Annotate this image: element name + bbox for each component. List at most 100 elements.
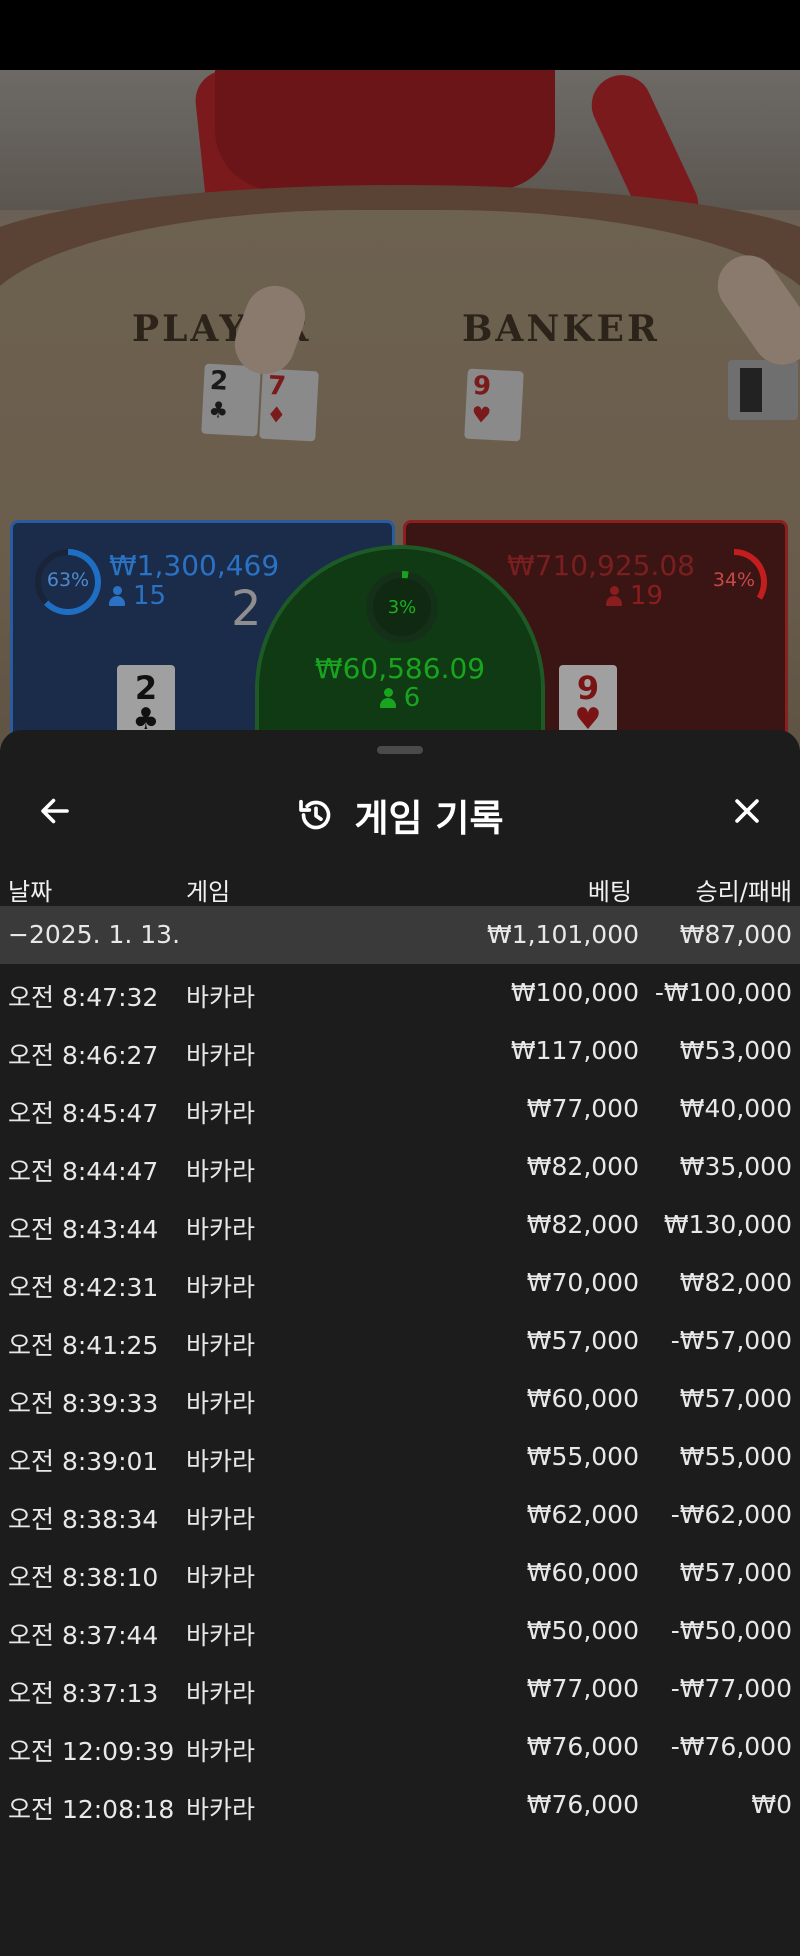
- row-bet: ₩55,000: [526, 1442, 639, 1471]
- player-bet-amount: ₩1,300,469: [109, 549, 280, 582]
- row-result: -₩50,000: [670, 1616, 792, 1645]
- history-row[interactable]: 오전 12:08:18 바카라 ₩76,000 ₩0: [0, 1776, 800, 1834]
- row-game: 바카라: [186, 1447, 256, 1476]
- row-bet: ₩82,000: [526, 1152, 639, 1181]
- row-bet: ₩117,000: [510, 1036, 639, 1065]
- row-result: -₩100,000: [654, 978, 792, 1007]
- history-row[interactable]: 오전 8:37:13 바카라 ₩77,000 -₩77,000: [0, 1660, 800, 1718]
- history-row[interactable]: 오전 8:46:27 바카라 ₩117,000 ₩53,000: [0, 1022, 800, 1080]
- player-percent: 63%: [46, 569, 90, 591]
- history-icon: [299, 799, 331, 830]
- row-game: 바카라: [186, 1679, 256, 1708]
- history-row[interactable]: 오전 8:38:34 바카라 ₩62,000 -₩62,000: [0, 1486, 800, 1544]
- column-header-date[interactable]: 날짜: [8, 872, 52, 907]
- row-result: ₩35,000: [679, 1152, 792, 1181]
- dealer: [215, 70, 555, 190]
- row-result: ₩0: [751, 1790, 792, 1819]
- tie-percent: 3%: [387, 597, 417, 618]
- banker-user-count: 19: [605, 581, 663, 611]
- row-result: -₩57,000: [670, 1326, 792, 1355]
- row-game: 바카라: [186, 1563, 256, 1592]
- banker-percent: 34%: [712, 569, 756, 591]
- row-bet: ₩70,000: [526, 1268, 639, 1297]
- row-game: 바카라: [186, 1041, 256, 1070]
- row-time: 오전 8:42:31: [8, 1273, 159, 1302]
- row-game: 바카라: [186, 1389, 256, 1418]
- row-bet: ₩60,000: [526, 1384, 639, 1413]
- row-time: 오전 12:09:39: [8, 1737, 175, 1766]
- close-button[interactable]: [720, 784, 774, 838]
- column-header-result[interactable]: 승리/패배: [696, 872, 792, 907]
- date-group-row[interactable]: −2025. 1. 13. ₩1,101,000 ₩87,000: [0, 906, 800, 964]
- history-row[interactable]: 오전 12:09:39 바카라 ₩76,000 -₩76,000: [0, 1718, 800, 1776]
- group-date: −2025. 1. 13.: [8, 920, 181, 949]
- row-result: ₩57,000: [679, 1384, 792, 1413]
- sheet-header: 게임 기록: [0, 770, 800, 856]
- player-score: 2: [231, 581, 262, 637]
- row-bet: ₩57,000: [526, 1326, 639, 1355]
- history-row[interactable]: 오전 8:45:47 바카라 ₩77,000 ₩40,000: [0, 1080, 800, 1138]
- row-bet: ₩76,000: [526, 1790, 639, 1819]
- row-result: -₩62,000: [670, 1500, 792, 1529]
- row-time: 오전 8:46:27: [8, 1041, 159, 1070]
- player-user-count: 15: [109, 581, 166, 611]
- row-game: 바카라: [186, 1505, 256, 1534]
- row-time: 오전 8:39:33: [8, 1389, 159, 1418]
- page-title: 게임 기록: [354, 797, 504, 840]
- row-time: 오전 8:37:13: [8, 1679, 159, 1708]
- person-icon: [379, 688, 396, 708]
- row-time: 오전 8:43:44: [8, 1215, 159, 1244]
- drag-handle[interactable]: [377, 746, 423, 754]
- row-time: 오전 8:37:44: [8, 1621, 159, 1650]
- tie-bet-amount: ₩60,586.09: [314, 652, 486, 685]
- row-game: 바카라: [186, 1737, 256, 1766]
- row-time: 오전 8:41:25: [8, 1331, 159, 1360]
- table-card-player: 2 ♣: [201, 363, 261, 437]
- row-time: 오전 8:45:47: [8, 1099, 159, 1128]
- row-game: 바카라: [186, 1157, 256, 1186]
- row-result: ₩53,000: [679, 1036, 792, 1065]
- history-row[interactable]: 오전 8:41:25 바카라 ₩57,000 -₩57,000: [0, 1312, 800, 1370]
- history-row[interactable]: 오전 8:39:01 바카라 ₩55,000 ₩55,000: [0, 1428, 800, 1486]
- card-shoe: [728, 360, 798, 420]
- status-bar: [0, 0, 800, 70]
- row-game: 바카라: [186, 1215, 256, 1244]
- row-time: 오전 8:38:34: [8, 1505, 159, 1534]
- row-result: ₩57,000: [679, 1558, 792, 1587]
- row-game: 바카라: [186, 1099, 256, 1128]
- group-bet-total: ₩1,101,000: [487, 920, 639, 949]
- history-row[interactable]: 오전 8:44:47 바카라 ₩82,000 ₩35,000: [0, 1138, 800, 1196]
- row-bet: ₩62,000: [526, 1500, 639, 1529]
- group-result-total: ₩87,000: [679, 920, 792, 949]
- history-row[interactable]: 오전 8:42:31 바카라 ₩70,000 ₩82,000: [0, 1254, 800, 1312]
- history-list: −2025. 1. 13. ₩1,101,000 ₩87,000 오전 8:47…: [0, 906, 800, 1834]
- row-bet: ₩100,000: [510, 978, 639, 1007]
- row-bet: ₩77,000: [526, 1094, 639, 1123]
- history-row[interactable]: 오전 8:47:32 바카라 ₩100,000 -₩100,000: [0, 964, 800, 1022]
- history-row[interactable]: 오전 8:37:44 바카라 ₩50,000 -₩50,000: [0, 1602, 800, 1660]
- row-game: 바카라: [186, 1621, 256, 1650]
- column-header-game[interactable]: 게임: [186, 872, 230, 907]
- table-header: 날짜 게임 베팅 승리/패배: [0, 862, 800, 912]
- row-time: 오전 8:38:10: [8, 1563, 159, 1592]
- sheet-title-group: 게임 기록: [0, 788, 800, 842]
- row-result: -₩77,000: [670, 1674, 792, 1703]
- row-game: 바카라: [186, 1331, 256, 1360]
- table-card-player: 7 ♦: [259, 368, 319, 442]
- row-game: 바카라: [186, 1273, 256, 1302]
- row-bet: ₩77,000: [526, 1674, 639, 1703]
- row-time: 오전 8:47:32: [8, 983, 159, 1012]
- history-row[interactable]: 오전 8:38:10 바카라 ₩60,000 ₩57,000: [0, 1544, 800, 1602]
- column-header-bet[interactable]: 베팅: [588, 872, 632, 907]
- person-icon: [605, 586, 622, 606]
- person-icon: [109, 586, 125, 606]
- banker-bet-amount: ₩710,925.08: [506, 549, 695, 582]
- history-row[interactable]: 오전 8:39:33 바카라 ₩60,000 ₩57,000: [0, 1370, 800, 1428]
- row-time: 오전 8:44:47: [8, 1157, 159, 1186]
- row-time: 오전 8:39:01: [8, 1447, 159, 1476]
- row-result: ₩55,000: [679, 1442, 792, 1471]
- table-card-banker: 9 ♥: [464, 368, 524, 442]
- row-game: 바카라: [186, 1795, 256, 1824]
- row-result: ₩40,000: [679, 1094, 792, 1123]
- history-row[interactable]: 오전 8:43:44 바카라 ₩82,000 ₩130,000: [0, 1196, 800, 1254]
